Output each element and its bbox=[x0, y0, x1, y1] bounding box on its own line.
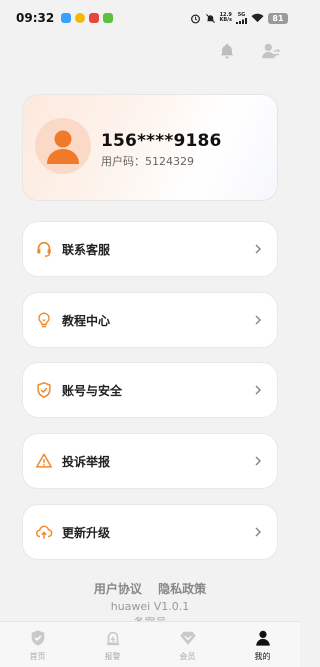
headset-icon bbox=[35, 240, 53, 258]
wifi-icon bbox=[251, 13, 264, 23]
privacy-policy-link[interactable]: 隐私政策 bbox=[158, 582, 206, 596]
shield-icon bbox=[28, 628, 48, 648]
tab-label: 我的 bbox=[254, 651, 271, 661]
switch-account-icon[interactable] bbox=[260, 40, 282, 62]
signal-icon: 5G bbox=[236, 12, 247, 24]
profile-card[interactable]: 156****9186 用户码：5124329 bbox=[22, 94, 278, 201]
bottom-tab-bar: 首页 报警 会员 我的 bbox=[0, 621, 300, 667]
header-actions bbox=[216, 40, 282, 62]
app-version: huawei V1.0.1 bbox=[110, 600, 190, 613]
app-notification-icon bbox=[75, 13, 86, 23]
menu-item-label: 教程中心 bbox=[62, 313, 111, 328]
tab-label: 首页 bbox=[29, 651, 46, 661]
menu-item-label: 联系客服 bbox=[62, 242, 111, 257]
status-right: 12.9 KB/s 5G 81 bbox=[190, 12, 288, 24]
chevron-right-icon bbox=[253, 456, 263, 466]
lightbulb-icon bbox=[35, 311, 53, 329]
status-time: 09:32 bbox=[16, 11, 55, 25]
tab-mine[interactable]: 我的 bbox=[235, 628, 291, 662]
user-agreement-link[interactable]: 用户协议 bbox=[94, 582, 142, 596]
alarm-clock-icon bbox=[190, 13, 201, 24]
diamond-icon bbox=[178, 628, 198, 648]
chevron-right-icon bbox=[253, 385, 263, 395]
net-speed: 12.9 KB/s bbox=[220, 13, 233, 23]
tab-label: 会员 bbox=[179, 651, 196, 661]
cloud-upload-icon bbox=[35, 523, 53, 541]
warning-icon bbox=[35, 452, 53, 470]
tab-alarm[interactable]: 报警 bbox=[85, 628, 141, 662]
menu-item-label: 投诉举报 bbox=[62, 454, 111, 469]
menu-item-tutorial-center[interactable]: 教程中心 bbox=[22, 292, 278, 348]
battery-indicator: 81 bbox=[268, 12, 288, 24]
menu-item-label: 账号与安全 bbox=[62, 383, 123, 398]
footer-links: 用户协议 隐私政策 bbox=[0, 580, 300, 597]
chevron-right-icon bbox=[253, 244, 263, 254]
person-icon bbox=[253, 628, 273, 648]
menu-item-customer-service[interactable]: 联系客服 bbox=[22, 221, 278, 277]
status-left: 09:32 bbox=[16, 11, 114, 25]
alarm-icon bbox=[103, 628, 123, 648]
app-notification-icon bbox=[89, 13, 100, 23]
menu-item-update-upgrade[interactable]: 更新升级 bbox=[22, 504, 278, 560]
app-notification-icon bbox=[103, 13, 114, 23]
phone-number: 156****9186 bbox=[101, 131, 222, 151]
chevron-right-icon bbox=[253, 527, 263, 537]
menu-item-account-security[interactable]: 账号与安全 bbox=[22, 362, 278, 418]
chevron-right-icon bbox=[253, 315, 263, 325]
avatar[interactable] bbox=[35, 118, 91, 174]
user-avatar-icon bbox=[47, 130, 79, 164]
menu-item-complaint-report[interactable]: 投诉举报 bbox=[22, 433, 278, 489]
tab-label: 报警 bbox=[104, 651, 121, 661]
status-bar: 09:32 12.9 KB/s 5G 81 bbox=[0, 0, 300, 36]
mute-icon bbox=[205, 13, 216, 24]
user-code: 用户码：5124329 bbox=[101, 155, 194, 168]
app-notification-icon bbox=[61, 13, 72, 23]
bell-icon[interactable] bbox=[216, 40, 238, 62]
tab-membership[interactable]: 会员 bbox=[160, 628, 216, 662]
shield-check-icon bbox=[35, 381, 53, 399]
net-speed-unit: KB/s bbox=[219, 17, 233, 23]
menu-item-label: 更新升级 bbox=[62, 525, 111, 540]
tab-home[interactable]: 首页 bbox=[10, 628, 66, 662]
